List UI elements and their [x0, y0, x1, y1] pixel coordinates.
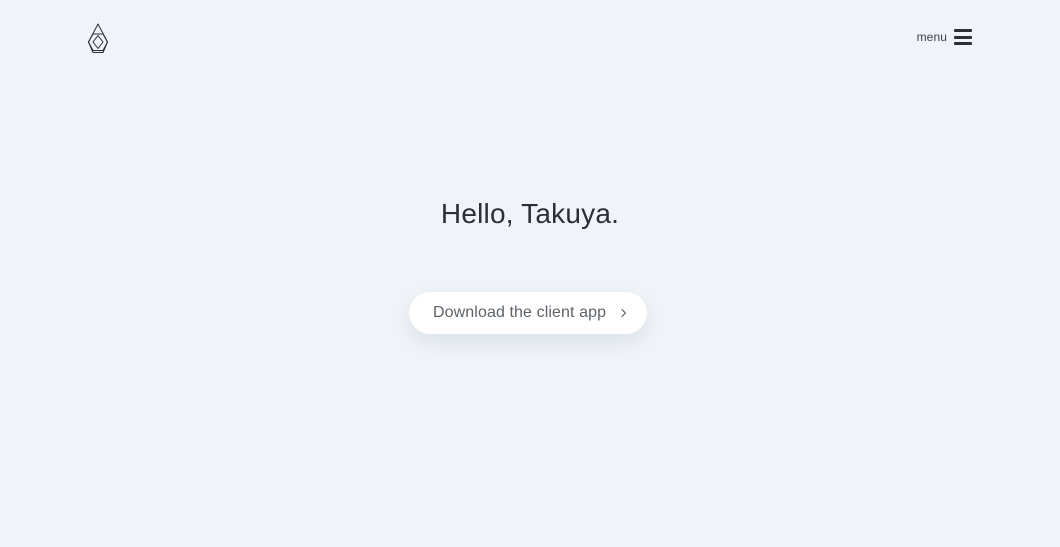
menu-label: menu [916, 30, 947, 44]
logo-icon[interactable] [85, 23, 111, 55]
download-client-app-button[interactable]: Download the client app [409, 292, 647, 334]
download-button-label: Download the client app [433, 304, 607, 321]
chevron-right-icon [621, 308, 627, 318]
top-bar: menu [0, 0, 1060, 80]
hamburger-icon [954, 29, 972, 45]
menu-button[interactable]: menu [917, 29, 972, 45]
greeting-heading: Hello, Takuya. [440, 198, 620, 229]
